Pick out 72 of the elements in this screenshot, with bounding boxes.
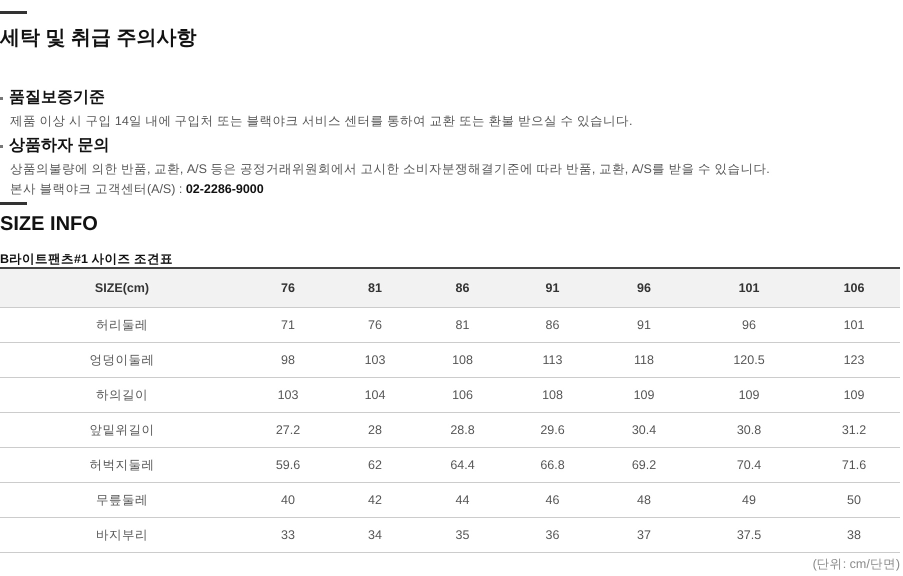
table-cell: 103 bbox=[244, 378, 332, 412]
table-cell: 34 bbox=[332, 518, 418, 552]
table-cell: 81 bbox=[418, 308, 507, 342]
table-cell: 98 bbox=[244, 342, 332, 378]
table-cell: 44 bbox=[418, 482, 507, 518]
table-cell: 76 bbox=[332, 308, 418, 342]
table-cell: 33 bbox=[244, 518, 332, 552]
table-cell: 104 bbox=[332, 378, 418, 412]
column-header: 101 bbox=[690, 268, 808, 308]
table-cell: 50 bbox=[808, 482, 900, 518]
table-cell: 118 bbox=[598, 342, 690, 378]
table-cell: 37.5 bbox=[690, 518, 808, 552]
table-cell: 91 bbox=[598, 308, 690, 342]
table-cell: 108 bbox=[418, 342, 507, 378]
table-cell: 64.4 bbox=[418, 448, 507, 482]
info-text: 제품 이상 시 구입 14일 내에 구입처 또는 블랙야크 서비스 센터를 통하여 교환 또는 환불 받으실 수 있습니다. bbox=[10, 113, 634, 130]
table-cell: 69.2 bbox=[598, 448, 690, 482]
column-header: 106 bbox=[808, 268, 900, 308]
column-header: 91 bbox=[507, 268, 598, 308]
table-cell: 30.4 bbox=[598, 412, 690, 448]
table-cell: 무릎둘레 bbox=[0, 482, 244, 518]
section-heading: 상품하자 문의 bbox=[9, 136, 110, 156]
table-cell: 허리둘레 bbox=[0, 308, 244, 342]
table-cell: 40 bbox=[244, 482, 332, 518]
table-cell: 109 bbox=[690, 378, 808, 412]
table-cell: 86 bbox=[507, 308, 598, 342]
column-header: 86 bbox=[418, 268, 507, 308]
table-title: B라이트팬츠#1 사이즈 조견표 bbox=[0, 251, 174, 267]
table-cell: 123 bbox=[808, 342, 900, 378]
table-cell: 42 bbox=[332, 482, 418, 518]
column-header: 76 bbox=[244, 268, 332, 308]
table-cell: 29.6 bbox=[507, 412, 598, 448]
table-cell: 109 bbox=[598, 378, 690, 412]
table-cell: 허벅지둘레 bbox=[0, 448, 244, 482]
table-cell: 103 bbox=[332, 342, 418, 378]
table-cell: 66.8 bbox=[507, 448, 598, 482]
table-cell: 30.8 bbox=[690, 412, 808, 448]
table-cell: 96 bbox=[690, 308, 808, 342]
table-cell: 28 bbox=[332, 412, 418, 448]
table-cell: 71 bbox=[244, 308, 332, 342]
table-cell: 109 bbox=[808, 378, 900, 412]
table-cell: 바지부리 bbox=[0, 518, 244, 552]
table-cell: 엉덩이둘레 bbox=[0, 342, 244, 378]
column-header: SIZE(cm) bbox=[0, 268, 244, 308]
table-cell: 38 bbox=[808, 518, 900, 552]
table-cell: 앞밑위길이 bbox=[0, 412, 244, 448]
table-cell: 108 bbox=[507, 378, 598, 412]
table-cell: 71.6 bbox=[808, 448, 900, 482]
table-cell: 62 bbox=[332, 448, 418, 482]
info-text: 상품의불량에 의한 반품, 교환, A/S 등은 공정거래위원회에서 고시한 소비자분쟁해결기준에 따라 반품, 교환, A/S를 받을 수 있습니다. bbox=[10, 161, 771, 178]
table-cell: 59.6 bbox=[244, 448, 332, 482]
column-header: 96 bbox=[598, 268, 690, 308]
table-cell: 35 bbox=[418, 518, 507, 552]
column-header: 81 bbox=[332, 268, 418, 308]
section-title: SIZE INFO bbox=[0, 212, 99, 237]
table-cell: 31.2 bbox=[808, 412, 900, 448]
table-cell: 113 bbox=[507, 342, 598, 378]
table-cell: 48 bbox=[598, 482, 690, 518]
section-heading: 품질보증기준 bbox=[9, 88, 105, 108]
unit-note: (단위: cm/단면) bbox=[812, 556, 900, 573]
table-cell: 120.5 bbox=[690, 342, 808, 378]
table-cell: 27.2 bbox=[244, 412, 332, 448]
table-cell: 36 bbox=[507, 518, 598, 552]
table-cell: 37 bbox=[598, 518, 690, 552]
table-cell: 28.8 bbox=[418, 412, 507, 448]
table-cell: 하의길이 bbox=[0, 378, 244, 412]
table-cell: 106 bbox=[418, 378, 507, 412]
table-cell: 70.4 bbox=[690, 448, 808, 482]
table-cell: 49 bbox=[690, 482, 808, 518]
info-text: 본사 블랙야크 고객센터(A/S) : 02-2286-9000 bbox=[10, 181, 265, 198]
table-cell: 46 bbox=[507, 482, 598, 518]
table-cell: 101 bbox=[808, 308, 900, 342]
